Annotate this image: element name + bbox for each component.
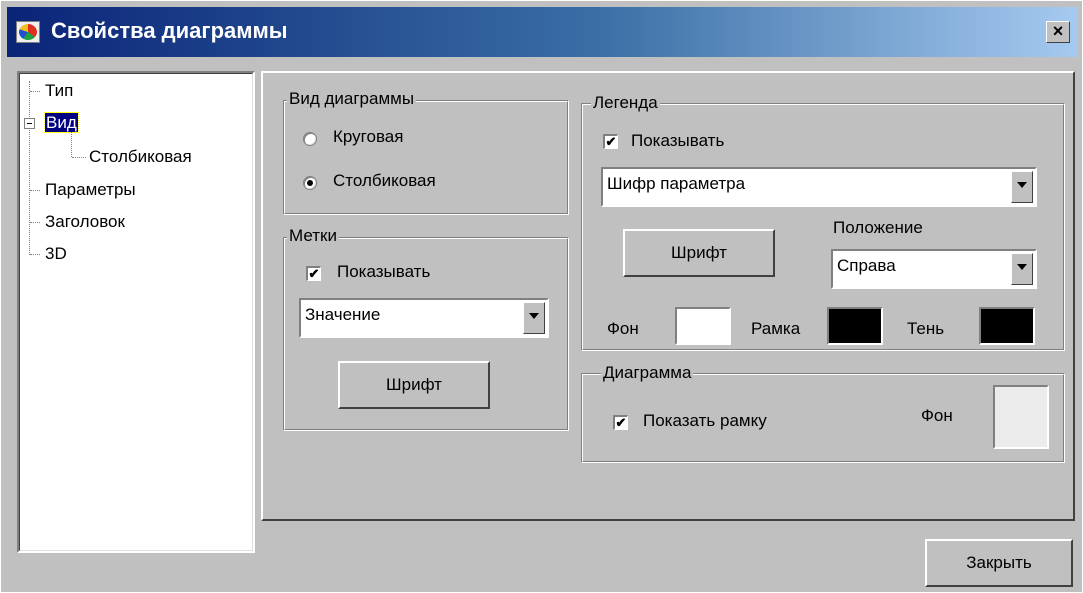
settings-panel: Вид диаграммы Круговая Столбиковая Метки… <box>261 71 1075 521</box>
close-button[interactable]: Закрыть <box>925 539 1073 587</box>
close-window-button[interactable]: × <box>1046 21 1070 43</box>
legend-font-button[interactable]: Шрифт <box>623 229 775 277</box>
window-title: Свойства диаграммы <box>51 18 288 43</box>
legend-position-select[interactable]: Справа <box>831 249 1037 289</box>
dropdown-arrow-icon[interactable] <box>1011 171 1033 203</box>
radio-bar[interactable] <box>303 176 317 190</box>
chart-properties-dialog: Свойства диаграммы × Тип Вид Столбиковая… <box>0 0 1083 593</box>
diagram-group-label: Диаграмма <box>601 363 694 383</box>
title-bar[interactable]: Свойства диаграммы × <box>7 7 1078 57</box>
tree-item-view[interactable]: Вид <box>44 112 79 133</box>
labels-select[interactable]: Значение <box>299 298 549 338</box>
legend-bg-label: Фон <box>607 319 639 338</box>
legend-show-label[interactable]: Показывать <box>631 131 724 151</box>
tree-connector <box>30 190 40 191</box>
legend-bg-color-swatch[interactable] <box>675 307 731 345</box>
diagram-bg-label: Фон <box>921 406 953 425</box>
legend-frame-color-swatch[interactable] <box>827 307 883 345</box>
tree-connector <box>72 157 86 158</box>
diagram-bg-color-swatch[interactable] <box>993 385 1049 449</box>
tree-connector <box>30 222 40 223</box>
tree-item-3d[interactable]: 3D <box>45 244 67 264</box>
diagram-show-frame-label[interactable]: Показать рамку <box>643 411 767 431</box>
labels-show-checkbox[interactable]: ✔ <box>306 266 321 281</box>
legend-position-label: Положение <box>833 218 923 237</box>
settings-tree[interactable]: Тип Вид Столбиковая Параметры Заголовок … <box>17 71 255 553</box>
tree-item-bar[interactable]: Столбиковая <box>89 147 192 167</box>
radio-pie-label[interactable]: Круговая <box>333 127 403 147</box>
chart-app-icon <box>16 21 40 43</box>
collapse-icon[interactable] <box>24 118 35 129</box>
tree-item-view-label: Вид <box>44 112 79 133</box>
legend-content-select[interactable]: Шифр параметра <box>601 167 1037 207</box>
tree-item-title[interactable]: Заголовок <box>45 212 125 232</box>
chart-view-group <box>283 100 569 215</box>
legend-group-label: Легенда <box>591 93 660 113</box>
diagram-show-frame-checkbox[interactable]: ✔ <box>613 415 628 430</box>
legend-frame-label: Рамка <box>751 319 801 338</box>
legend-show-checkbox[interactable]: ✔ <box>603 134 618 149</box>
tree-connector <box>30 91 40 92</box>
labels-group-label: Метки <box>287 226 339 246</box>
dropdown-arrow-icon[interactable] <box>523 302 545 334</box>
labels-font-button[interactable]: Шрифт <box>338 361 490 409</box>
labels-show-label[interactable]: Показывать <box>337 262 430 282</box>
legend-content-select-value: Шифр параметра <box>607 174 746 193</box>
tree-item-parameters[interactable]: Параметры <box>45 180 136 200</box>
radio-bar-label[interactable]: Столбиковая <box>333 171 436 191</box>
tree-connector <box>30 254 40 255</box>
legend-position-select-value: Справа <box>837 256 896 275</box>
legend-shadow-label: Тень <box>907 319 945 338</box>
tree-connector <box>71 131 72 157</box>
legend-shadow-color-swatch[interactable] <box>979 307 1035 345</box>
tree-item-type[interactable]: Тип <box>45 81 73 101</box>
labels-select-value: Значение <box>305 305 381 324</box>
radio-pie[interactable] <box>303 132 317 146</box>
chart-view-group-label: Вид диаграммы <box>287 89 417 109</box>
tree-connector <box>29 81 30 255</box>
dropdown-arrow-icon[interactable] <box>1011 253 1033 285</box>
